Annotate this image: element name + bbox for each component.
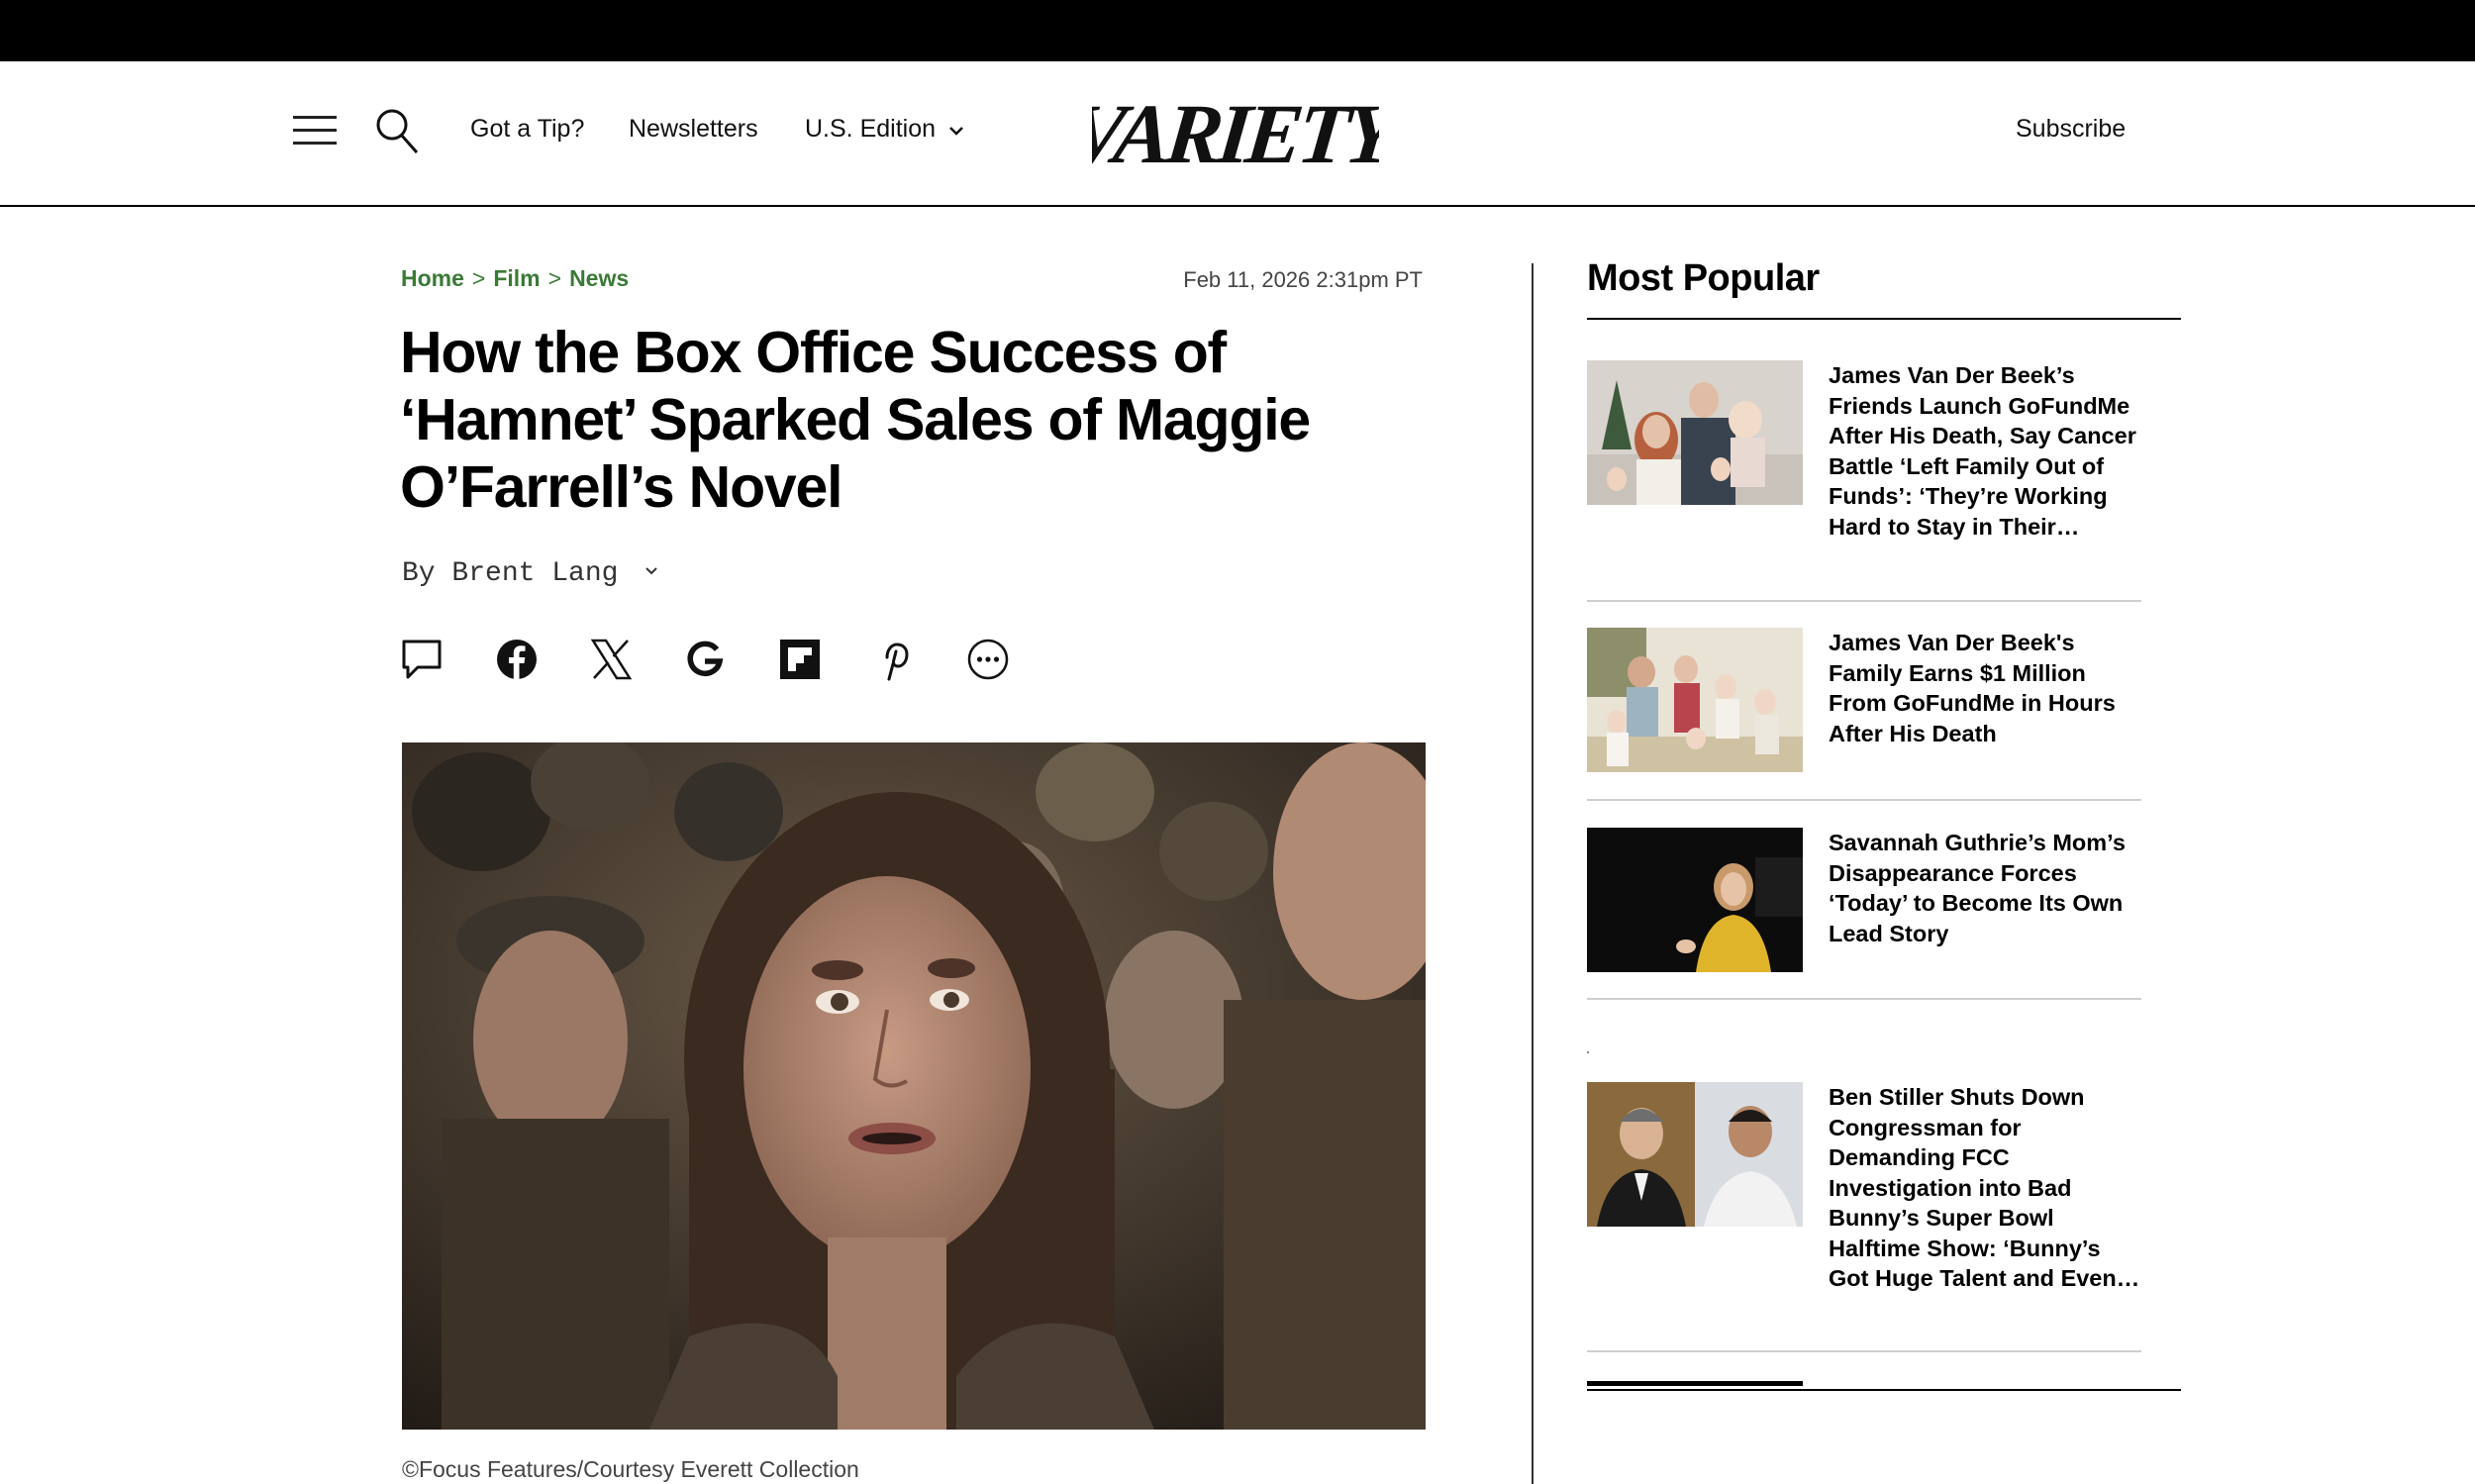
most-popular-thumbnail[interactable] — [1587, 360, 1803, 505]
most-popular-link[interactable]: James Van Der Beek's Family Earns $1 Mil… — [1829, 628, 2145, 748]
column-divider — [1532, 263, 1534, 1484]
most-popular-separator — [1587, 799, 2141, 801]
hamburger-menu-icon[interactable] — [293, 112, 337, 148]
breadcrumb-news[interactable]: News — [569, 265, 629, 291]
chevron-down-icon — [949, 127, 963, 136]
breadcrumb-film[interactable]: Film — [493, 265, 540, 291]
byline: By Brent Lang — [402, 558, 658, 589]
chevron-down-icon[interactable] — [644, 566, 658, 576]
most-popular-title: Most Popular — [1587, 257, 1820, 299]
most-popular-thumbnail[interactable] — [1587, 1082, 1803, 1227]
facebook-icon[interactable] — [495, 638, 539, 681]
most-popular-rule — [1587, 318, 2181, 320]
edition-label: U.S. Edition — [805, 115, 937, 143]
most-popular-link[interactable]: Savannah Guthrie’s Mom’s Disappearance F… — [1829, 828, 2145, 948]
search-icon[interactable] — [374, 107, 420, 156]
google-icon[interactable] — [683, 638, 727, 681]
pinterest-icon[interactable] — [873, 638, 917, 681]
top-black-bar — [0, 0, 2475, 61]
author-link[interactable]: Brent Lang — [451, 558, 618, 589]
subscribe-button[interactable]: Subscribe — [2016, 115, 2126, 144]
carousel-progress-indicator — [1587, 1381, 1803, 1386]
comment-icon[interactable] — [400, 638, 444, 681]
newsletters-link[interactable]: Newsletters — [629, 115, 758, 144]
most-popular-link[interactable]: Ben Stiller Shuts Down Congressman for D… — [1829, 1082, 2145, 1294]
more-icon[interactable] — [966, 638, 1010, 681]
article-headline: How the Box Office Success of ‘Hamnet’ S… — [400, 320, 1311, 520]
most-popular-bottom-rule — [1587, 1389, 2181, 1391]
most-popular-thumbnail[interactable] — [1587, 628, 1803, 772]
breadcrumb-separator: > — [547, 265, 562, 291]
stray-mark — [1587, 1051, 1589, 1053]
byline-prefix: By — [402, 558, 436, 589]
svg-text:VARIETY: VARIETY — [1092, 87, 1379, 176]
most-popular-separator — [1587, 998, 2141, 1000]
publish-timestamp: Feb 11, 2026 2:31pm PT — [1183, 267, 1423, 292]
most-popular-thumbnail[interactable] — [1587, 828, 1803, 972]
image-caption: ©Focus Features/Courtesy Everett Collect… — [402, 1456, 859, 1482]
got-a-tip-link[interactable]: Got a Tip? — [470, 115, 584, 144]
x-icon[interactable] — [589, 638, 633, 681]
flipboard-icon[interactable] — [778, 638, 822, 681]
breadcrumb: Home > Film > News — [401, 265, 629, 292]
most-popular-separator — [1587, 600, 2141, 602]
breadcrumb-home[interactable]: Home — [401, 265, 464, 291]
most-popular-separator — [1587, 1350, 2141, 1352]
hero-image — [402, 742, 1426, 1430]
breadcrumb-separator: > — [471, 265, 486, 291]
edition-dropdown[interactable]: U.S. Edition — [805, 115, 964, 144]
variety-logo[interactable]: VARIETY — [1092, 87, 1379, 176]
most-popular-link[interactable]: James Van Der Beek’s Friends Launch GoFu… — [1829, 360, 2145, 542]
